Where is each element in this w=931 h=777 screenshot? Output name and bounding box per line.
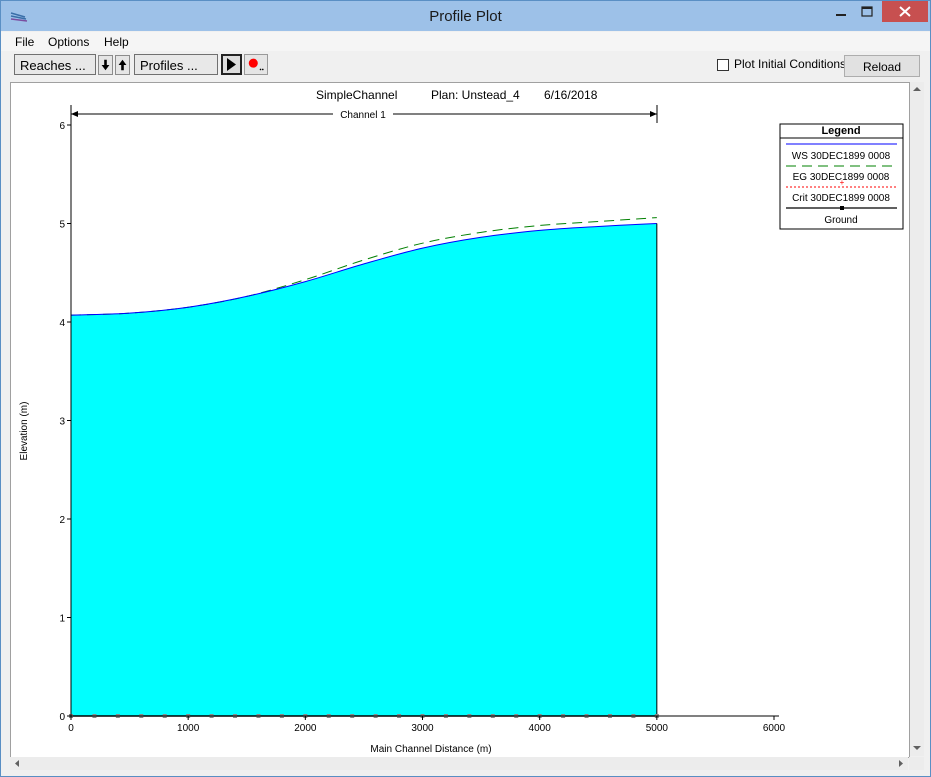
- profiles-button[interactable]: Profiles ...: [134, 54, 218, 75]
- y-tick-label: 0: [59, 712, 65, 723]
- record-button[interactable]: [244, 54, 268, 75]
- y-tick-label: 5: [59, 220, 65, 231]
- plot-initial-conditions-label: Plot Initial Conditions: [734, 57, 847, 71]
- plot-initial-conditions-checkbox[interactable]: [717, 59, 729, 71]
- y-tick-label: 1: [59, 614, 65, 625]
- reach-bar: Channel 1: [70, 105, 658, 123]
- legend-crit-label: Crit 30DEC1899 0008: [792, 193, 890, 204]
- vertical-scrollbar[interactable]: [910, 82, 924, 756]
- y-tick-label: 6: [59, 121, 65, 132]
- reload-data-button[interactable]: Reload Data: [844, 55, 920, 94]
- legend-ground-label: Ground: [824, 215, 857, 226]
- x-tick-label: 2000: [294, 723, 317, 734]
- legend-ground-marker: [840, 206, 844, 210]
- header-date: 6/16/2018: [544, 88, 598, 102]
- profile-plot-window: Profile Plot File Options Help Reaches .…: [0, 0, 931, 777]
- x-tick-label: 0: [68, 723, 74, 734]
- close-button[interactable]: [882, 1, 928, 22]
- legend-ws-label: WS 30DEC1899 0008: [792, 151, 891, 162]
- previous-arrow-down-button[interactable]: [98, 55, 113, 75]
- y-tick-label: 3: [59, 417, 65, 428]
- header-plan: Plan: Unstead_4: [431, 88, 520, 102]
- scrollbar-corner: [909, 757, 924, 770]
- reaches-button[interactable]: Reaches ...: [14, 54, 96, 75]
- x-tick-label: 3000: [411, 723, 434, 734]
- menu-options[interactable]: Options: [48, 35, 89, 49]
- title-bar: Profile Plot: [1, 1, 930, 31]
- x-tick-label: 6000: [763, 723, 786, 734]
- header-project: SimpleChannel: [316, 88, 397, 102]
- window-title: Profile Plot: [429, 8, 502, 25]
- menu-help[interactable]: Help: [104, 35, 129, 49]
- legend-title: Legend: [821, 125, 860, 137]
- next-arrow-up-button[interactable]: [115, 55, 130, 75]
- menu-bar: File Options Help: [1, 32, 930, 51]
- reach-label: Channel 1: [340, 110, 386, 121]
- y-tick-label: 4: [59, 318, 65, 329]
- horizontal-scrollbar[interactable]: [10, 757, 908, 770]
- y-tick-label: 2: [59, 515, 65, 526]
- water-surface-fill: [71, 223, 657, 716]
- x-tick-label: 4000: [529, 723, 552, 734]
- maximize-button[interactable]: [854, 1, 880, 23]
- play-animation-button[interactable]: [221, 54, 242, 75]
- legend-crit-marker: +: [840, 178, 845, 187]
- minimize-button[interactable]: [828, 1, 854, 23]
- plot-panel: 0 1000 2000 3000 4000 5000 6000 0 1 2 3 4 5 6 Channel…: [10, 82, 910, 758]
- x-tick-label: 1000: [177, 723, 200, 734]
- x-axis-label: Main Channel Distance (m): [370, 744, 491, 755]
- x-tick-label: 5000: [646, 723, 669, 734]
- toolbar: Reaches ... Profiles ... Plot Initial Co…: [1, 51, 930, 94]
- profile-chart: 0 1000 2000 3000 4000 5000 6000 0 1 2 3 4 5 6 Channel…: [19, 88, 904, 755]
- menu-file[interactable]: File: [15, 35, 34, 49]
- legend: Legend WS 30DEC1899 0008 EG 30DEC1899 00…: [779, 123, 904, 230]
- y-axis-label: Elevation (m): [19, 402, 30, 461]
